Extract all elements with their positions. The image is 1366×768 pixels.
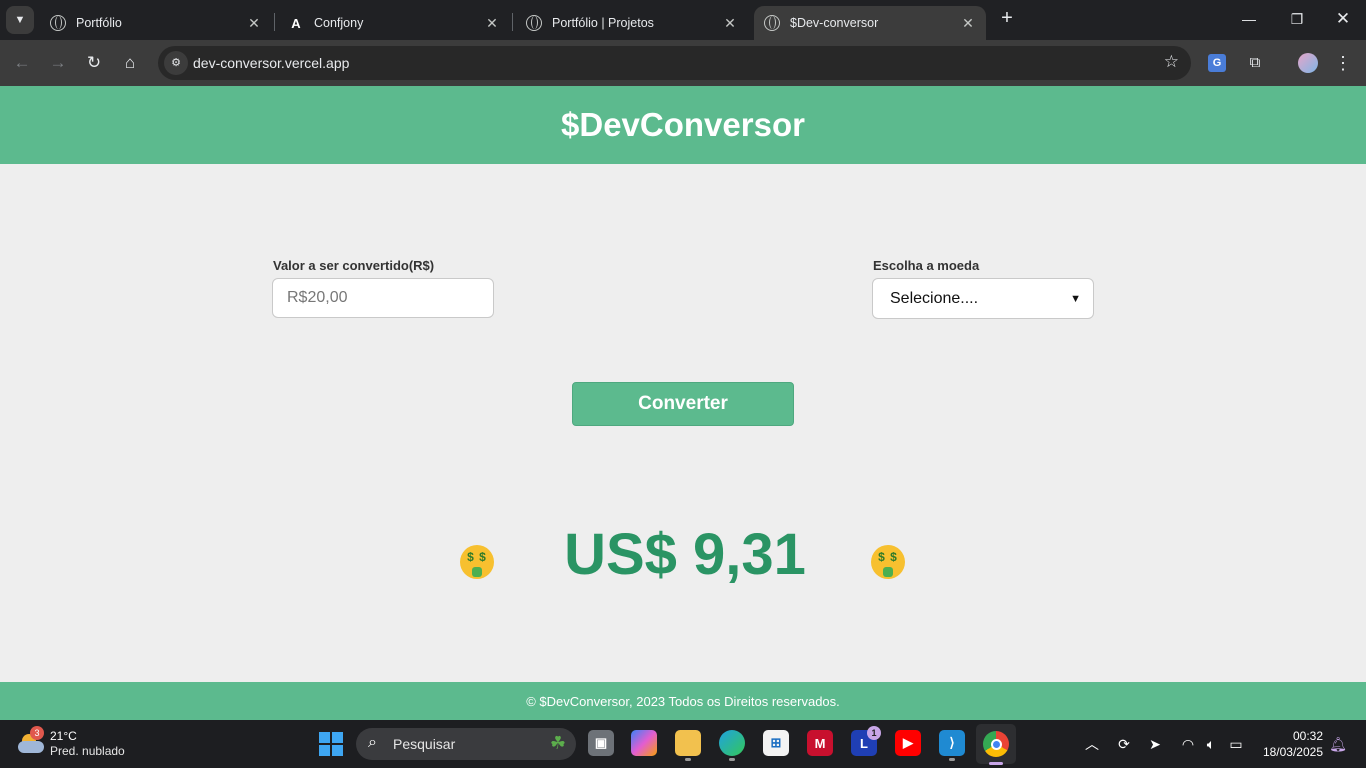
- chevron-up-icon[interactable]: ︿: [1082, 734, 1102, 754]
- tab-title: Portfólio | Projetos: [552, 16, 654, 30]
- money-mouth-face-icon: $ $: [871, 545, 905, 579]
- location-arrow-icon[interactable]: ➤: [1145, 734, 1165, 754]
- minimize-button[interactable]: —: [1238, 8, 1260, 30]
- kebab-menu-icon[interactable]: ⋮: [1332, 52, 1354, 74]
- currency-label: Escolha a moeda: [873, 258, 980, 273]
- tab-separator: [512, 13, 513, 31]
- clock-date[interactable]: 18/03/2025: [1263, 745, 1323, 759]
- tab-search-button[interactable]: ▼: [6, 6, 34, 34]
- site-footer: © $DevConversor, 2023 Todos os Direitos …: [0, 682, 1366, 720]
- battery-icon[interactable]: ▭: [1226, 734, 1246, 754]
- taskbar: 3 21°C Pred. nublado ⌕ Pesquisar ☘ ▣ ⊞ M…: [0, 720, 1366, 768]
- edge-browser-icon[interactable]: [719, 730, 745, 761]
- page-viewport: $DevConversor Valor a ser convertido(R$)…: [0, 86, 1366, 720]
- site-header: $DevConversor: [0, 86, 1366, 164]
- reload-button[interactable]: ↻: [83, 52, 105, 74]
- translate-extension-icon[interactable]: G: [1208, 54, 1226, 72]
- clock-time[interactable]: 00:32: [1293, 729, 1323, 743]
- weather-temperature: 21°C: [50, 729, 77, 743]
- notification-bell-icon[interactable]: 🔔︎: [1328, 734, 1348, 754]
- money-mouth-face-icon: $ $: [460, 545, 494, 579]
- youtube-icon[interactable]: ▶: [895, 730, 921, 756]
- mcafee-icon[interactable]: M: [807, 730, 833, 756]
- lenovo-app-icon[interactable]: L1: [851, 726, 881, 756]
- volume-icon[interactable]: 🔈︎: [1201, 734, 1221, 754]
- weather-description: Pred. nublado: [50, 744, 125, 758]
- close-icon[interactable]: ✕: [960, 15, 976, 31]
- address-bar[interactable]: ⚙ dev-conversor.vercel.app ☆: [158, 46, 1191, 80]
- notification-badge: 1: [867, 726, 881, 740]
- search-icon: ⌕: [368, 734, 377, 751]
- back-button[interactable]: ←: [11, 52, 33, 74]
- weather-badge: 3: [30, 726, 44, 740]
- new-tab-button[interactable]: +: [996, 8, 1018, 30]
- globe-icon: [526, 15, 542, 31]
- amount-label: Valor a ser convertido(R$): [273, 258, 435, 273]
- wifi-icon[interactable]: ◠: [1178, 734, 1198, 754]
- weather-widget[interactable]: 3 21°C Pred. nublado: [16, 726, 156, 762]
- search-placeholder: Pesquisar: [393, 736, 456, 752]
- taskbar-search[interactable]: ⌕ Pesquisar ☘: [356, 728, 576, 760]
- site-info-icon[interactable]: ⚙: [164, 51, 188, 75]
- task-view-icon[interactable]: ▣: [588, 730, 614, 756]
- currency-selected-value: Selecione....: [890, 289, 979, 307]
- extensions-puzzle-icon[interactable]: ⧉: [1244, 52, 1266, 74]
- tab-separator: [274, 13, 275, 31]
- copilot-icon[interactable]: [631, 730, 657, 756]
- url-text[interactable]: dev-conversor.vercel.app: [193, 55, 349, 71]
- home-button[interactable]: ⌂: [119, 52, 141, 74]
- clover-icon: ☘: [549, 733, 566, 753]
- tab-dev-conversor[interactable]: $Dev-conversor ✕: [754, 6, 986, 40]
- chrome-taskbar-button[interactable]: [976, 724, 1016, 765]
- chevron-down-icon: ▼: [1070, 292, 1081, 305]
- tab-title: $Dev-conversor: [790, 16, 879, 30]
- amount-input[interactable]: [272, 278, 494, 318]
- windows-start-icon[interactable]: [319, 732, 343, 756]
- restore-button[interactable]: ❐: [1286, 8, 1308, 30]
- sync-icon[interactable]: ⟳: [1114, 734, 1134, 754]
- close-icon[interactable]: ✕: [246, 15, 262, 31]
- site-title: $DevConversor: [561, 106, 805, 143]
- microsoft-store-icon[interactable]: ⊞: [763, 730, 789, 756]
- file-explorer-icon[interactable]: [675, 730, 701, 761]
- bookmark-star-icon[interactable]: ☆: [1164, 52, 1179, 72]
- currency-select[interactable]: Selecione.... ▼: [872, 278, 1094, 319]
- tab-title: Confjony: [314, 16, 364, 30]
- chrome-icon: [983, 731, 1009, 757]
- conversion-result: US$ 9,31: [564, 522, 806, 587]
- forward-button[interactable]: →: [47, 52, 69, 74]
- close-window-button[interactable]: ✕: [1332, 8, 1354, 30]
- close-icon[interactable]: ✕: [484, 15, 500, 31]
- browser-tabstrip: ▼ Portfólio ✕ A Confjony ✕ Portfólio | P…: [0, 0, 1366, 40]
- convert-button[interactable]: Converter: [572, 382, 794, 426]
- profile-avatar[interactable]: [1298, 53, 1318, 73]
- tab-portfolio-projetos[interactable]: Portfólio | Projetos ✕: [516, 6, 748, 40]
- tab-portfolio[interactable]: Portfólio ✕: [40, 6, 272, 40]
- browser-toolbar: ← → ↻ ⌂ ⚙ dev-conversor.vercel.app ☆ G ⧉…: [0, 40, 1366, 86]
- globe-icon: [764, 15, 780, 31]
- tab-confjony[interactable]: A Confjony ✕: [278, 6, 510, 40]
- globe-icon: [50, 15, 66, 31]
- close-icon[interactable]: ✕: [722, 15, 738, 31]
- angular-a-icon: A: [291, 15, 301, 31]
- vscode-icon[interactable]: ⟩: [939, 730, 965, 761]
- tab-title: Portfólio: [76, 16, 122, 30]
